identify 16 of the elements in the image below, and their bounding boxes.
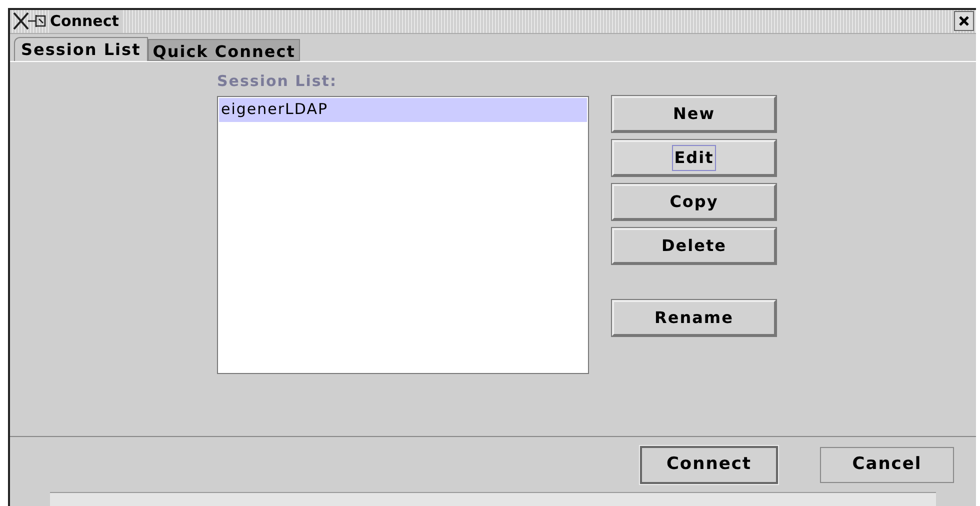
- close-button[interactable]: [954, 11, 974, 32]
- rename-button[interactable]: Rename: [612, 300, 776, 336]
- side-button[interactable]: Edit: [612, 140, 776, 176]
- list-item[interactable]: eigenerLDAP: [219, 98, 587, 122]
- app-logo-icon: [12, 11, 48, 32]
- window-title: Connect: [50, 10, 123, 33]
- close-icon: [958, 15, 970, 28]
- tab[interactable]: Quick Connect: [148, 38, 300, 61]
- dialog-button[interactable]: Cancel: [820, 446, 954, 483]
- list-label: Session List:: [217, 70, 338, 92]
- dialog-button[interactable]: Connect: [640, 446, 778, 484]
- session-list[interactable]: eigenerLDAP: [217, 96, 589, 374]
- side-button[interactable]: New: [612, 96, 776, 132]
- side-button[interactable]: Copy: [612, 184, 776, 220]
- tab[interactable]: Session List: [14, 36, 148, 61]
- side-button[interactable]: Delete: [612, 228, 776, 264]
